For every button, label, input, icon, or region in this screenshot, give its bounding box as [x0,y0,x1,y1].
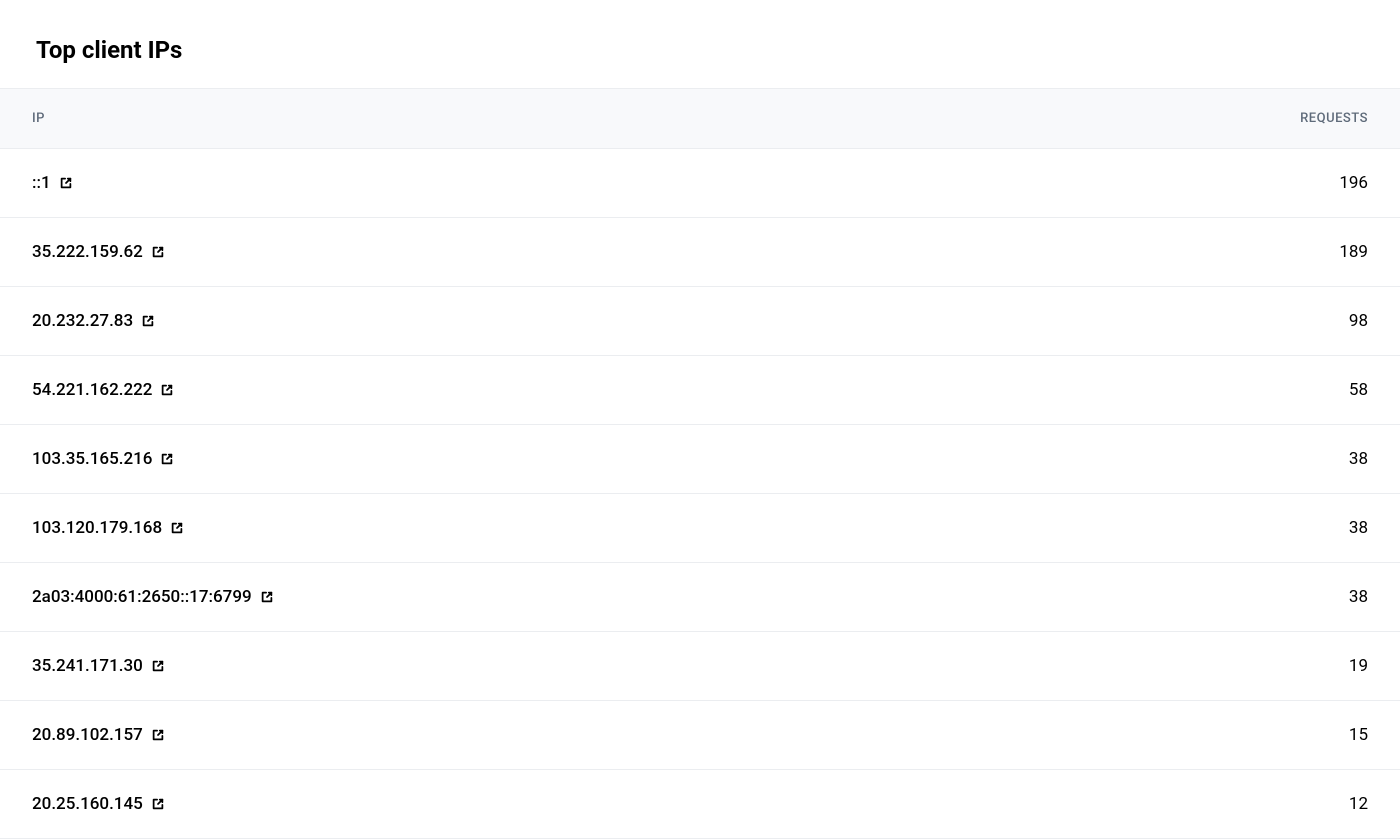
ip-cell: 35.222.159.62 [32,242,165,262]
table-row: ::1 196 [0,149,1400,218]
top-client-ips-panel: Top client IPs IP REQUESTS ::1 196 35.22… [0,0,1400,839]
external-link-icon [141,314,155,328]
ip-address-text: 35.241.171.30 [32,656,143,676]
ip-cell: 20.25.160.145 [32,794,165,814]
requests-count: 196 [1339,173,1368,193]
ip-link[interactable]: ::1 [32,173,73,193]
ip-link[interactable]: 20.25.160.145 [32,794,165,814]
table-row: 20.89.102.157 15 [0,701,1400,770]
table-row: 2a03:4000:61:2650::17:6799 38 [0,563,1400,632]
ip-address-text: 20.89.102.157 [32,725,143,745]
ip-link[interactable]: 103.120.179.168 [32,518,184,538]
column-header-ip: IP [32,111,45,126]
external-link-icon [151,659,165,673]
ip-link[interactable]: 103.35.165.216 [32,449,174,469]
table-row: 35.222.159.62 189 [0,218,1400,287]
table-row: 35.241.171.30 19 [0,632,1400,701]
requests-count: 38 [1349,449,1368,469]
ip-link[interactable]: 2a03:4000:61:2650::17:6799 [32,587,274,607]
ip-cell: 20.232.27.83 [32,311,155,331]
ip-address-text: ::1 [32,173,51,193]
ip-cell: 103.35.165.216 [32,449,174,469]
ip-address-text: 103.120.179.168 [32,518,162,538]
ip-address-text: 103.35.165.216 [32,449,152,469]
ip-address-text: 20.25.160.145 [32,794,143,814]
external-link-icon [160,452,174,466]
external-link-icon [151,797,165,811]
table-body: ::1 196 35.222.159.62 189 [0,149,1400,839]
external-link-icon [260,590,274,604]
requests-count: 38 [1349,587,1368,607]
ip-cell: 103.120.179.168 [32,518,184,538]
requests-count: 12 [1349,794,1368,814]
requests-count: 19 [1349,656,1368,676]
table-row: 103.120.179.168 38 [0,494,1400,563]
ip-link[interactable]: 35.222.159.62 [32,242,165,262]
ip-link[interactable]: 54.221.162.222 [32,380,174,400]
external-link-icon [59,176,73,190]
ip-cell: 2a03:4000:61:2650::17:6799 [32,587,274,607]
ip-cell: 35.241.171.30 [32,656,165,676]
requests-count: 15 [1349,725,1368,745]
ip-cell: ::1 [32,173,73,193]
requests-count: 98 [1349,311,1368,331]
column-header-requests: REQUESTS [1300,111,1368,126]
ip-address-text: 35.222.159.62 [32,242,143,262]
external-link-icon [160,383,174,397]
requests-count: 38 [1349,518,1368,538]
table-row: 103.35.165.216 38 [0,425,1400,494]
ip-cell: 54.221.162.222 [32,380,174,400]
table-row: 20.232.27.83 98 [0,287,1400,356]
ip-address-text: 20.232.27.83 [32,311,133,331]
table-row: 20.25.160.145 12 [0,770,1400,839]
requests-count: 58 [1349,380,1368,400]
external-link-icon [151,245,165,259]
ip-link[interactable]: 20.232.27.83 [32,311,155,331]
ip-link[interactable]: 20.89.102.157 [32,725,165,745]
panel-title: Top client IPs [0,0,1400,88]
table-header: IP REQUESTS [0,88,1400,149]
ip-cell: 20.89.102.157 [32,725,165,745]
external-link-icon [170,521,184,535]
external-link-icon [151,728,165,742]
requests-count: 189 [1339,242,1368,262]
ip-address-text: 54.221.162.222 [32,380,152,400]
table-row: 54.221.162.222 58 [0,356,1400,425]
ip-link[interactable]: 35.241.171.30 [32,656,165,676]
ip-address-text: 2a03:4000:61:2650::17:6799 [32,587,252,607]
